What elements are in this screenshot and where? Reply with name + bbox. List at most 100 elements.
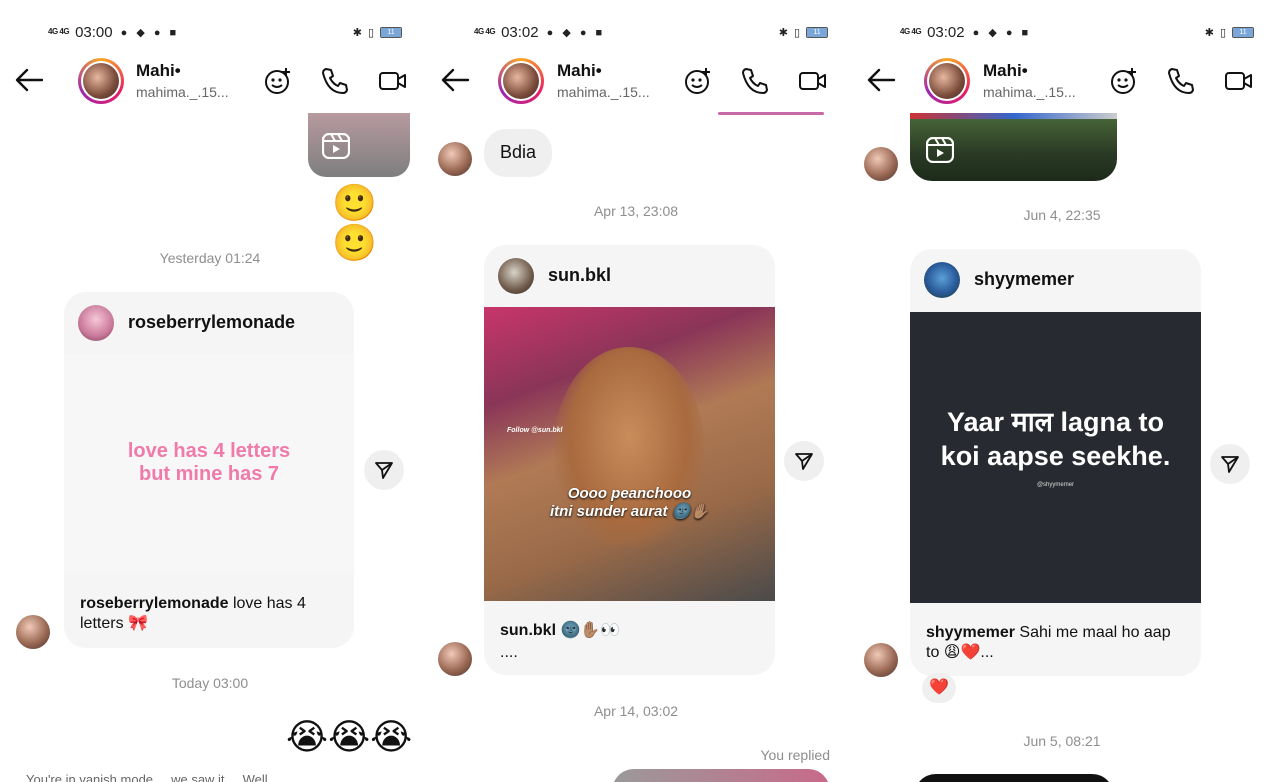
- chat-header: Mahi• mahima._.15...: [426, 58, 846, 104]
- notification-icons: ● ◆ ● ■: [972, 26, 1032, 39]
- you-replied-label: You replied: [760, 747, 830, 763]
- timestamp: Today 03:00: [171, 675, 249, 691]
- post-caption: sun.bkl 🌚✋🏽👀: [500, 622, 621, 639]
- phone-call-icon[interactable]: [320, 66, 350, 96]
- post-caption: shyymemer Sahi me maal ho aap to 😩❤️...: [926, 624, 1171, 661]
- send-icon: [795, 453, 813, 470]
- post-author: shyymemer: [974, 269, 1075, 289]
- post-header: shyymemer: [910, 249, 1201, 311]
- contact-name[interactable]: Mahi•: [136, 61, 181, 81]
- post-image: love has 4 letters but mine has 7: [64, 354, 354, 572]
- bluetooth-icon: ✱: [352, 26, 362, 39]
- contact-username[interactable]: mahima._.15...: [557, 84, 650, 100]
- status-time: 03:02: [927, 23, 965, 41]
- network-indicator: 4G 4G: [48, 27, 70, 36]
- post-caption: roseberrylemonade love has 4 letters 🎀: [80, 595, 306, 632]
- meme-text: Yaar माल lagna to koi aapse seekhe.: [940, 407, 1171, 471]
- post-author-avatar: [498, 258, 534, 294]
- post-author-avatar: [924, 262, 960, 298]
- bluetooth-icon: ✱: [778, 26, 788, 39]
- back-arrow-icon[interactable]: [866, 66, 898, 94]
- back-arrow-icon[interactable]: [440, 66, 472, 94]
- post-text: love has 4 letters but mine has 7: [127, 440, 291, 485]
- next-reel-preview[interactable]: [914, 774, 1114, 782]
- chat-header: Mahi• mahima._.15...: [852, 58, 1272, 104]
- post-image: Yaar माल lagna to koi aapse seekhe. @shy…: [910, 312, 1201, 603]
- meme-watermark: @shyymemer: [1036, 482, 1075, 488]
- shared-post-card[interactable]: shyymemer Yaar माल lagna to koi aapse se…: [910, 249, 1201, 676]
- emoji-message: 😭😭😭: [286, 716, 413, 757]
- network-indicator: 4G 4G: [900, 27, 922, 36]
- bluetooth-icon: ✱: [1204, 26, 1214, 39]
- reel-preview[interactable]: [910, 113, 1117, 181]
- post-author: sun.bkl: [548, 265, 612, 285]
- contact-name[interactable]: Mahi•: [557, 61, 602, 81]
- post-caption-more: ....: [500, 644, 518, 661]
- vibrate-icon: ▯: [1219, 26, 1226, 39]
- timestamp: Jun 4, 22:35: [1023, 207, 1101, 223]
- sender-avatar: [864, 643, 898, 677]
- post-overlay-text: Oooo peanchooo itni sunder aurat 🌚✋🏽: [549, 485, 710, 520]
- send-icon: [1221, 456, 1239, 473]
- video-call-icon[interactable]: [798, 66, 828, 96]
- vibrate-icon: ▯: [367, 26, 374, 39]
- share-button[interactable]: [1210, 444, 1250, 484]
- contact-username[interactable]: mahima._.15...: [136, 84, 229, 100]
- status-right: ✱ ▯ 11: [1205, 26, 1254, 39]
- status-bar: 4G 4G 03:02 ● ◆ ● ■ ✱ ▯ 11: [474, 22, 828, 42]
- status-time: 03:02: [501, 23, 539, 41]
- phone-call-icon[interactable]: [740, 66, 770, 96]
- message-bubble[interactable]: Bdia: [484, 129, 553, 177]
- network-indicator: 4G 4G: [474, 27, 496, 36]
- timestamp: Apr 14, 03:02: [593, 703, 679, 719]
- share-button[interactable]: [784, 441, 824, 481]
- chat-panel-1: 4G 4G 03:00 ● ◆ ● ■ ✱ ▯ 11 Mahi• mahima.…: [0, 0, 420, 782]
- shared-post-card[interactable]: sun.bkl Follow @sun.bkl Oooo peanchooo i…: [484, 245, 775, 675]
- heart-reaction[interactable]: ❤️: [922, 673, 956, 703]
- vibrate-icon: ▯: [793, 26, 800, 39]
- timestamp: Jun 5, 08:21: [1023, 733, 1101, 749]
- shared-post-card[interactable]: roseberrylemonade love has 4 letters but…: [64, 292, 354, 648]
- chat-header: Mahi• mahima._.15...: [0, 58, 420, 104]
- reel-icon: [322, 133, 350, 159]
- video-call-icon[interactable]: [378, 66, 408, 96]
- sender-avatar: [438, 142, 472, 176]
- post-author: roseberrylemonade: [128, 312, 296, 332]
- status-right: ✱ ▯ 11: [779, 26, 828, 39]
- reply-bar: [718, 112, 824, 115]
- contact-avatar[interactable]: [78, 58, 124, 104]
- vanish-mode-notice: You're in vanish mode ... we saw it ... …: [26, 772, 268, 782]
- phone-call-icon[interactable]: [1166, 66, 1196, 96]
- post-author-avatar: [78, 305, 114, 341]
- post-header: roseberrylemonade: [64, 292, 354, 354]
- notification-icons: ● ◆ ● ■: [546, 26, 606, 39]
- effects-icon[interactable]: [682, 66, 712, 96]
- back-arrow-icon[interactable]: [14, 66, 46, 94]
- status-bar: 4G 4G 03:00 ● ◆ ● ■ ✱ ▯ 11: [48, 22, 402, 42]
- reel-icon: [926, 137, 954, 163]
- battery-icon: 11: [1232, 26, 1254, 38]
- effects-icon[interactable]: [1108, 66, 1138, 96]
- sender-avatar: [438, 642, 472, 676]
- chat-panel-3: 4G 4G 03:02 ● ◆ ● ■ ✱ ▯ 11 Mahi• mahima.…: [852, 0, 1272, 782]
- post-follow-text: Follow @sun.bkl: [507, 427, 563, 434]
- share-button[interactable]: [364, 450, 404, 490]
- status-right: ✱ ▯ 11: [353, 26, 402, 39]
- chat-panel-2: 4G 4G 03:02 ● ◆ ● ■ ✱ ▯ 11 Mahi• mahima.…: [426, 0, 846, 782]
- effects-icon[interactable]: [262, 66, 292, 96]
- send-icon: [375, 462, 393, 479]
- post-header: sun.bkl: [484, 245, 775, 307]
- notification-icons: ● ◆ ● ■: [120, 26, 180, 39]
- contact-name[interactable]: Mahi•: [983, 61, 1028, 81]
- video-call-icon[interactable]: [1224, 66, 1254, 96]
- contact-username[interactable]: mahima._.15...: [983, 84, 1076, 100]
- reel-top-strip: [910, 113, 1117, 119]
- contact-avatar[interactable]: [924, 58, 970, 104]
- status-time: 03:00: [75, 23, 113, 41]
- reel-preview[interactable]: [308, 113, 410, 177]
- timestamp: Apr 13, 23:08: [593, 203, 679, 219]
- timestamp: Yesterday 01:24: [159, 250, 261, 266]
- contact-avatar[interactable]: [498, 58, 544, 104]
- reply-preview[interactable]: [612, 769, 830, 782]
- status-bar: 4G 4G 03:02 ● ◆ ● ■ ✱ ▯ 11: [900, 22, 1254, 42]
